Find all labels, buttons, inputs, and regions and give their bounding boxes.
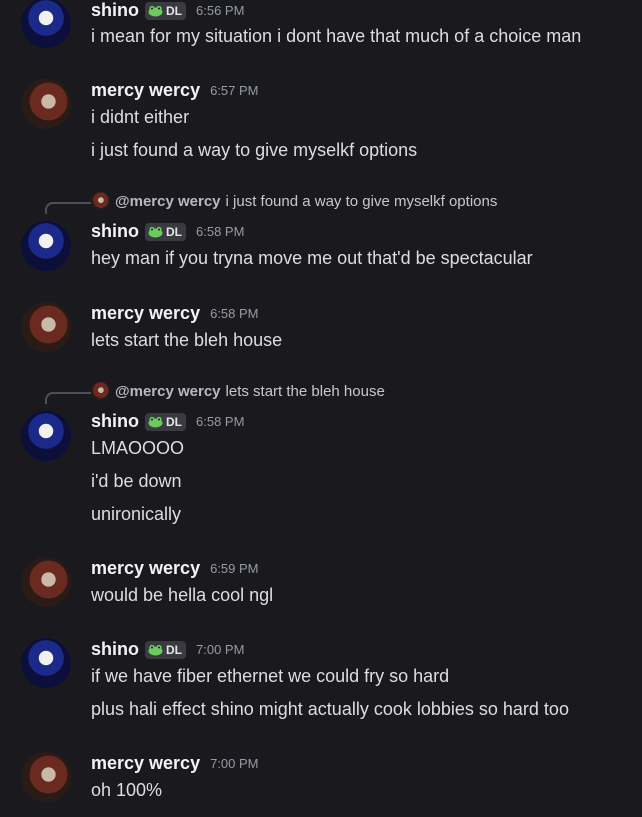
message-text: if we have fiber ethernet we could fry s…: [91, 666, 450, 686]
username[interactable]: shino: [91, 0, 139, 21]
username[interactable]: shino: [91, 411, 139, 432]
reply-connector: [45, 392, 91, 404]
reply-username: @mercy wercy: [115, 192, 221, 210]
reply-preview[interactable]: @mercy wercy i just found a way to give …: [91, 192, 497, 210]
reply-connector: [45, 202, 91, 214]
user-avatar[interactable]: [21, 638, 71, 688]
reply-text: lets start the bleh house: [225, 382, 385, 400]
timestamp: 6:57 PM: [210, 83, 259, 98]
message-text: lets start the bleh house: [91, 330, 283, 350]
user-avatar[interactable]: [21, 221, 71, 271]
clan-tag-badge[interactable]: DL: [145, 1, 186, 20]
message-text: LMAOOOO: [91, 438, 185, 458]
message-text: i didnt either: [91, 107, 190, 127]
username[interactable]: mercy wercy: [91, 80, 200, 101]
chat-window: { "messages": [ { "username": "shino", "…: [0, 0, 642, 817]
reply-text: i just found a way to give myselkf optio…: [225, 192, 498, 210]
timestamp: 6:59 PM: [210, 561, 259, 576]
message-text: plus hali effect shino might actually co…: [91, 699, 569, 719]
reply-username: @mercy wercy: [115, 382, 221, 400]
user-avatar[interactable]: [21, 79, 71, 129]
clan-tag-badge[interactable]: DL: [145, 222, 186, 241]
timestamp: 6:58 PM: [210, 306, 259, 321]
frog-icon: [148, 5, 163, 16]
user-avatar[interactable]: [21, 302, 71, 352]
user-avatar[interactable]: [21, 411, 71, 461]
timestamp: 7:00 PM: [196, 642, 245, 657]
frog-icon: [148, 644, 163, 655]
reply-avatar: [91, 192, 109, 210]
clan-tag-badge[interactable]: DL: [145, 412, 186, 431]
username[interactable]: mercy wercy: [91, 753, 200, 774]
username[interactable]: mercy wercy: [91, 303, 200, 324]
clan-tag-badge[interactable]: DL: [145, 640, 186, 659]
message-text: i mean for my situation i dont have that…: [91, 26, 582, 46]
reply-preview[interactable]: @mercy wercy lets start the bleh house: [91, 382, 385, 400]
user-avatar[interactable]: [21, 752, 71, 802]
badge-label: DL: [166, 224, 182, 239]
message-text: would be hella cool ngl: [91, 585, 274, 605]
message-text: unironically: [91, 504, 182, 524]
message-text: i'd be down: [91, 471, 182, 491]
message-text: oh 100%: [91, 780, 163, 800]
message-text: i just found a way to give myselkf optio…: [91, 140, 418, 160]
timestamp: 7:00 PM: [210, 756, 259, 771]
timestamp: 6:56 PM: [196, 3, 245, 18]
username[interactable]: shino: [91, 221, 139, 242]
user-avatar[interactable]: [21, 0, 71, 48]
frog-icon: [148, 226, 163, 237]
user-avatar[interactable]: [21, 557, 71, 607]
username[interactable]: mercy wercy: [91, 558, 200, 579]
reply-avatar: [91, 382, 109, 400]
username[interactable]: shino: [91, 639, 139, 660]
badge-label: DL: [166, 642, 182, 657]
timestamp: 6:58 PM: [196, 224, 245, 239]
badge-label: DL: [166, 3, 182, 18]
frog-icon: [148, 416, 163, 427]
badge-label: DL: [166, 414, 182, 429]
timestamp: 6:58 PM: [196, 414, 245, 429]
message-text: hey man if you tryna move me out that'd …: [91, 248, 533, 268]
